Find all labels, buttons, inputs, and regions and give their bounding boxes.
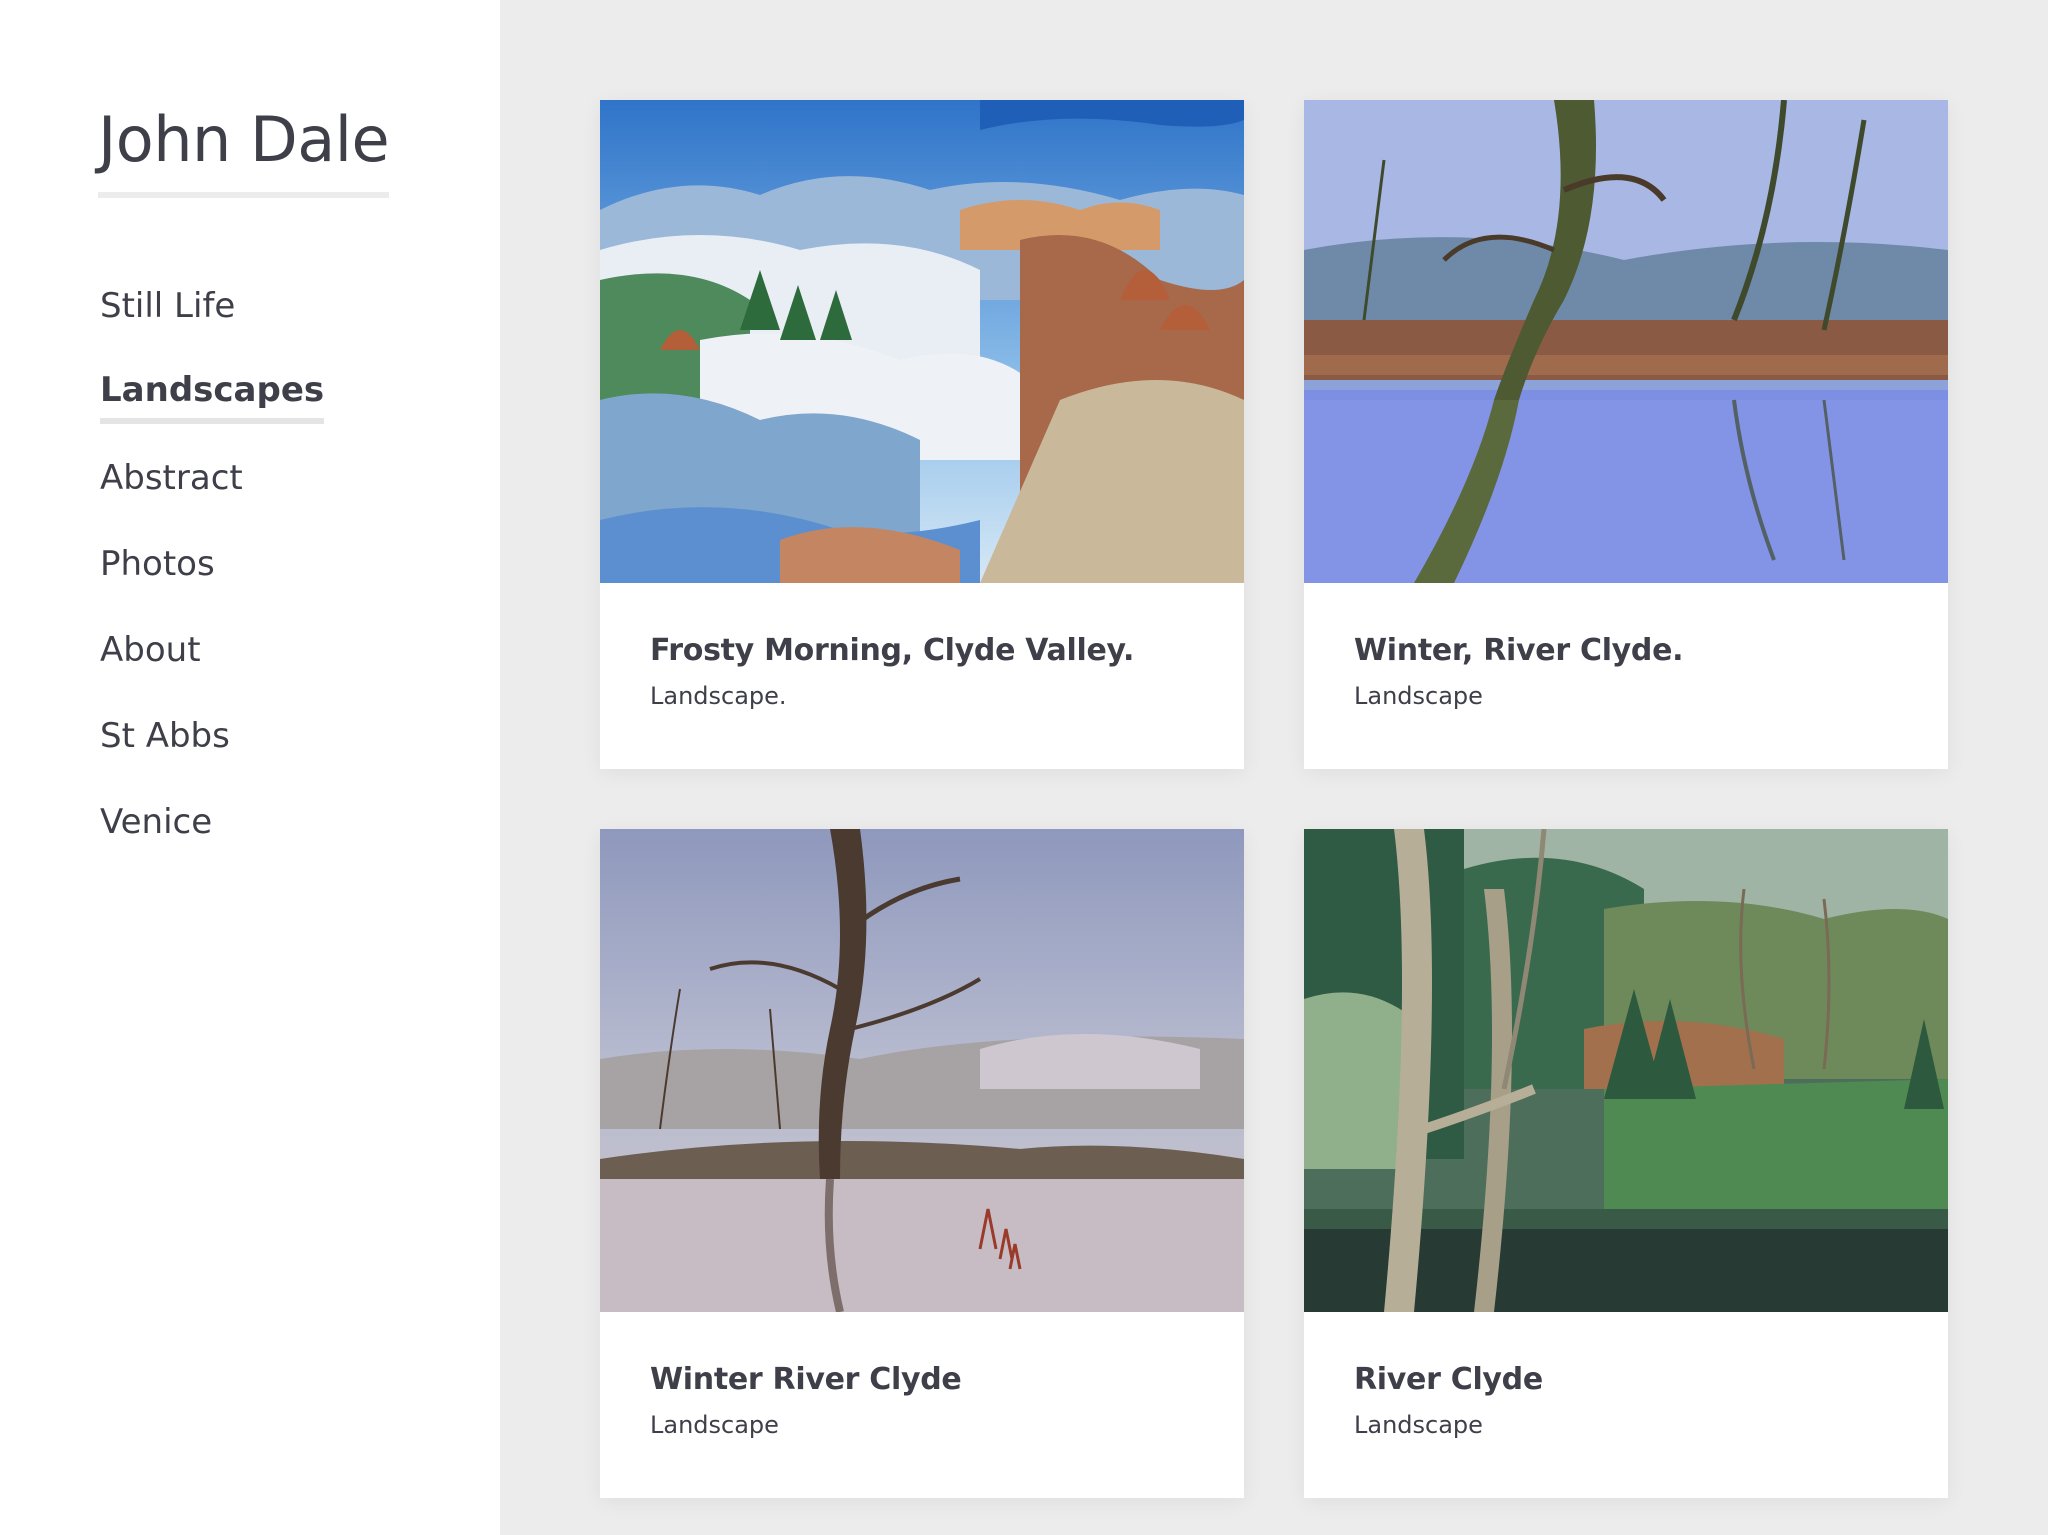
nav-item-venice: Venice <box>100 794 324 880</box>
nav-item-abstract: Abstract <box>100 450 324 536</box>
card-caption: Frosty Morning, Clyde Valley. Landscape. <box>600 583 1244 713</box>
card-title[interactable]: Winter, River Clyde. <box>1354 631 1898 671</box>
gallery-card[interactable]: Winter, River Clyde. Landscape <box>1304 100 1948 769</box>
card-category: Landscape <box>1354 1411 1483 1439</box>
card-caption: Winter River Clyde Landscape <box>600 1312 1244 1442</box>
gallery-card[interactable]: River Clyde Landscape <box>1304 829 1948 1498</box>
nav-item-photos: Photos <box>100 536 324 622</box>
nav-link-photos[interactable]: Photos <box>100 536 215 592</box>
gallery-card[interactable]: Frosty Morning, Clyde Valley. Landscape. <box>600 100 1244 769</box>
nav-link-landscapes[interactable]: Landscapes <box>100 364 325 424</box>
nav-link-venice[interactable]: Venice <box>100 794 212 850</box>
nav-item-still-life: Still Life <box>100 278 324 364</box>
card-title[interactable]: Frosty Morning, Clyde Valley. <box>650 631 1194 671</box>
nav-link-st-abbs[interactable]: St Abbs <box>100 708 230 764</box>
card-caption: River Clyde Landscape <box>1304 1312 1948 1442</box>
painting-thumbnail[interactable] <box>1304 829 1948 1312</box>
card-title[interactable]: River Clyde <box>1354 1360 1898 1400</box>
card-category: Landscape. <box>650 682 787 710</box>
nav-item-landscapes: Landscapes <box>100 364 325 450</box>
nav-link-abstract[interactable]: Abstract <box>100 450 243 506</box>
site-title[interactable]: John Dale <box>98 100 390 198</box>
card-title[interactable]: Winter River Clyde <box>650 1360 1194 1400</box>
main-nav: Still Life Landscapes Abstract Photos Ab… <box>100 278 325 880</box>
nav-link-about[interactable]: About <box>100 622 201 678</box>
card-caption: Winter, River Clyde. Landscape <box>1304 583 1948 713</box>
nav-link-still-life[interactable]: Still Life <box>100 278 235 334</box>
nav-item-st-abbs: St Abbs <box>100 708 324 794</box>
painting-thumbnail[interactable] <box>600 100 1244 583</box>
gallery-card[interactable]: Winter River Clyde Landscape <box>600 829 1244 1498</box>
painting-thumbnail[interactable] <box>600 829 1244 1312</box>
painting-thumbnail[interactable] <box>1304 100 1948 583</box>
card-category: Landscape <box>1354 682 1483 710</box>
sidebar: John Dale Still Life Landscapes Abstract… <box>0 0 500 1535</box>
card-category: Landscape <box>650 1411 779 1439</box>
gallery-grid: Frosty Morning, Clyde Valley. Landscape.… <box>500 0 2048 1535</box>
nav-item-about: About <box>100 622 324 708</box>
